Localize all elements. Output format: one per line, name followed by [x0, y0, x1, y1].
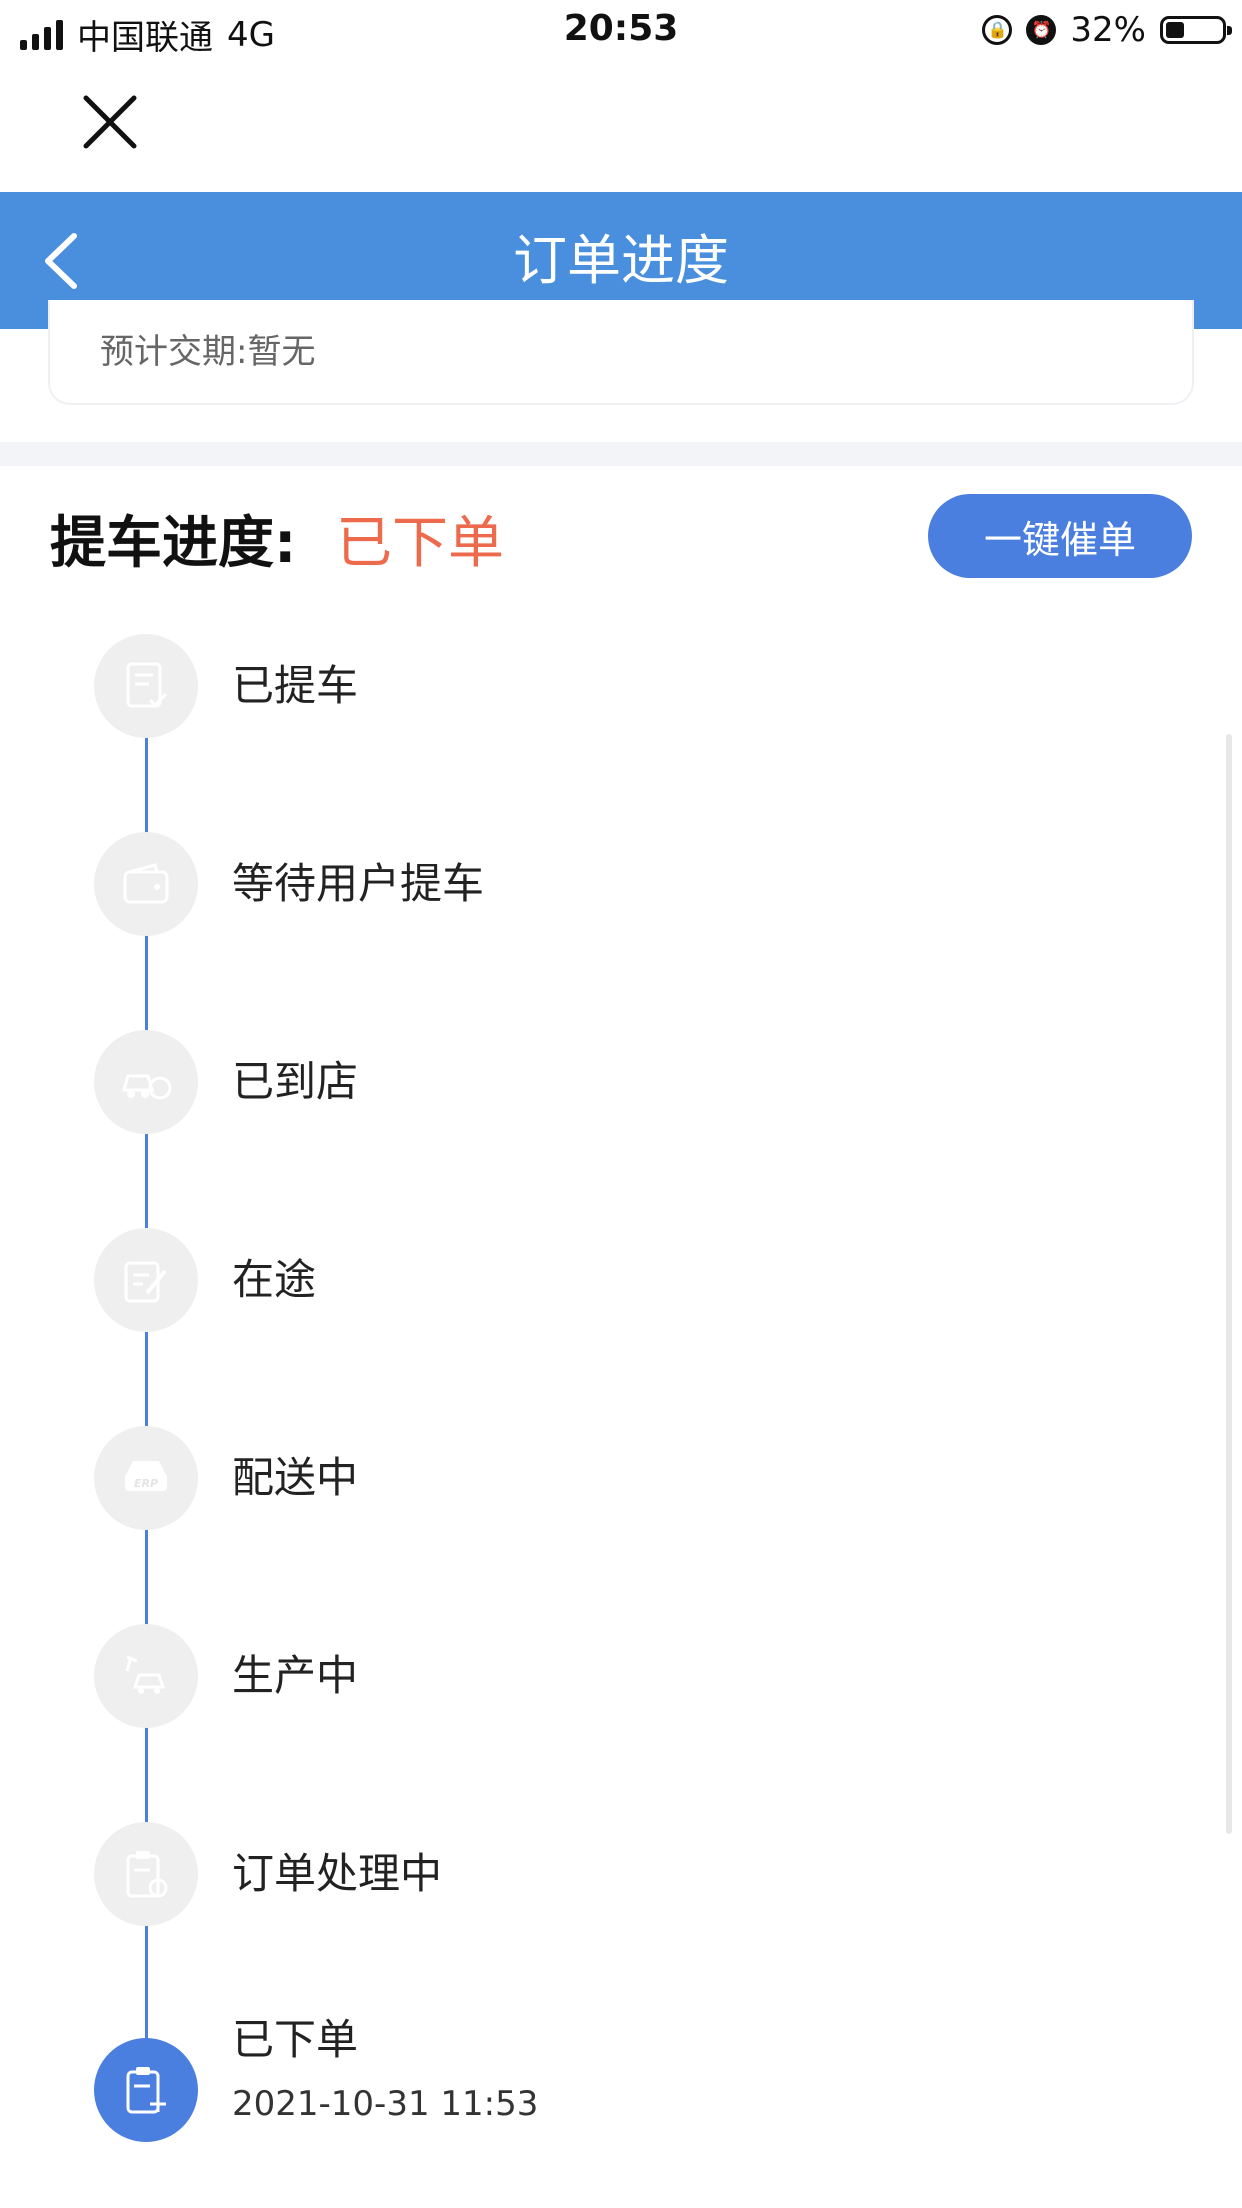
car-production-icon	[94, 1624, 198, 1728]
battery-fill	[1166, 22, 1184, 38]
status-bar-right: 🔒 ⏰ 32%	[982, 10, 1232, 50]
timeline-step-current: 已下单 2021-10-31 11:53	[94, 2015, 1094, 2198]
timeline-step-label: 生产中	[232, 1651, 359, 1700]
timeline-step-label: 已到店	[232, 1057, 359, 1106]
alarm-icon: ⏰	[1026, 15, 1057, 45]
timeline-step-label: 在途	[232, 1255, 317, 1304]
timeline-step: 等待用户提车	[94, 832, 1094, 942]
timeline-step: 订单处理中	[94, 1822, 1094, 1932]
timeline-step-label: 配送中	[232, 1453, 359, 1502]
timeline-step-label: 订单处理中	[232, 1849, 443, 1898]
document-check-icon	[94, 634, 198, 738]
order-summary-card: 预计交期:暂无	[48, 300, 1194, 405]
clipboard-clock-icon	[94, 1822, 198, 1926]
erp-car-icon: ERP	[94, 1426, 198, 1530]
timeline-step: 已到店	[94, 1030, 1094, 1140]
battery-percent: 32%	[1070, 10, 1146, 50]
battery-icon	[1160, 16, 1232, 44]
clipboard-plus-icon	[94, 2038, 198, 2142]
rotation-lock-icon: 🔒	[982, 15, 1013, 45]
car-store-icon	[94, 1030, 198, 1134]
status-bar: 中国联通 4G 20:53 🔒 ⏰ 32%	[0, 0, 1242, 62]
timeline-step: 生产中	[94, 1624, 1094, 1734]
section-divider	[0, 442, 1242, 466]
progress-status: 已下单	[336, 511, 504, 576]
urge-order-button[interactable]: 一键催单	[928, 494, 1192, 578]
progress-label: 提车进度:	[50, 511, 297, 576]
expected-delivery-label: 预计交期:	[100, 332, 248, 372]
timeline-step-label: 已下单	[232, 2015, 359, 2064]
webview-toolbar	[0, 62, 1242, 192]
wallet-icon	[94, 832, 198, 936]
timeline-step: 在途	[94, 1228, 1094, 1338]
timeline-step-label: 等待用户提车	[232, 859, 485, 908]
timeline-step-label: 已提车	[232, 661, 359, 710]
edit-note-icon	[94, 1228, 198, 1332]
timeline-step: 已提车	[94, 634, 1094, 744]
svg-text:ERP: ERP	[134, 1477, 158, 1490]
expected-delivery-value: 暂无	[247, 332, 316, 372]
timeline-step-time: 2021-10-31 11:53	[232, 2084, 539, 2124]
timeline-step: ERP 配送中	[94, 1426, 1094, 1536]
progress-timeline: 已提车 等待用户提车 已到店 在途 ERP 配送中 生产中 订单处理中 已下单 …	[0, 634, 1242, 2208]
expected-delivery: 预计交期:暂无	[100, 324, 315, 373]
close-icon[interactable]	[80, 92, 140, 152]
scrollbar[interactable]	[1226, 734, 1232, 1834]
